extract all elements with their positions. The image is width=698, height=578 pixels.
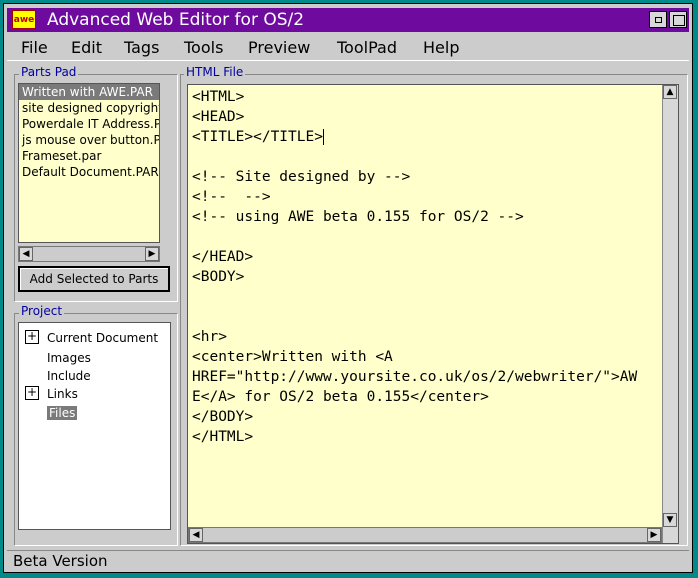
menu-preview[interactable]: Preview [248, 38, 310, 57]
scroll-right-icon[interactable]: ▶ [145, 247, 159, 261]
tree-node-current-document[interactable]: Current Document [47, 331, 158, 345]
code-line: <HEAD> [192, 107, 652, 127]
tree-node-files[interactable]: Files [47, 406, 78, 420]
code-line-text: <HEAD> [192, 109, 245, 125]
code-line: <BODY> [192, 269, 245, 285]
menu-bar: File Edit Tags Tools Preview ToolPad Hel… [7, 34, 689, 61]
add-selected-to-parts-button[interactable]: Add Selected to Parts [18, 266, 170, 292]
status-bar: Beta Version [7, 550, 689, 570]
parts-pad-list[interactable]: Written with AWE.PAR site designed copyr… [18, 83, 160, 243]
window-title: Advanced Web Editor for OS/2 [47, 10, 305, 30]
project-label: Project [19, 304, 65, 318]
code-line: <!-- --> [192, 189, 271, 205]
maximize-button[interactable] [669, 11, 687, 28]
project-tree[interactable]: + Current Document Images Include + Link… [18, 322, 171, 530]
list-item[interactable]: site designed copyright.PAR [19, 100, 159, 116]
parts-pad-label: Parts Pad [19, 65, 79, 79]
code-line: ​ [192, 147, 652, 167]
awe-logo-icon[interactable]: awe [12, 10, 36, 29]
menu-tools[interactable]: Tools [184, 38, 223, 57]
code-line: ​ [192, 287, 652, 307]
menu-toolpad[interactable]: ToolPad [337, 38, 397, 57]
code-line: <!-- using AWE beta 0.155 for OS/2 --> [192, 209, 524, 225]
tree-node-include[interactable]: Include [47, 369, 91, 383]
tree-node-links[interactable]: Links [47, 387, 78, 401]
list-item[interactable]: Frameset.par [19, 148, 159, 164]
list-item[interactable]: Powerdale IT Address.PAR [19, 116, 159, 132]
editor-text[interactable]: <HTML> <HEAD> <TITLE></TITLE> ​ <!-- Site de… [192, 87, 652, 447]
minimize-button[interactable] [649, 11, 667, 28]
awe-logo-text: awe [13, 14, 35, 25]
menu-help[interactable]: Help [423, 38, 459, 57]
title-bar[interactable]: awe Advanced Web Editor for OS/2 [7, 8, 689, 32]
parts-hscrollbar[interactable]: ◀ ▶ [18, 246, 160, 262]
list-item[interactable]: Default Document.PAR [19, 164, 159, 180]
code-line-text: <TITLE></TITLE> [192, 129, 323, 145]
menu-file[interactable]: File [21, 38, 48, 57]
code-line: <!-- Site designed by --> [192, 169, 411, 185]
menu-tags[interactable]: Tags [124, 38, 159, 57]
list-item[interactable]: js mouse over button.PAR [19, 132, 159, 148]
html-file-label: HTML File [184, 65, 246, 79]
code-line: E</A> for OS/2 beta 0.155</center> [192, 389, 489, 405]
code-line: </HTML> [192, 429, 254, 445]
editor-hscrollbar[interactable]: ◀ ▶ [188, 527, 662, 543]
code-line-cursor: <TITLE></TITLE> [192, 127, 652, 147]
expand-icon[interactable]: + [25, 330, 39, 344]
scroll-left-icon[interactable]: ◀ [189, 528, 203, 542]
scroll-right-icon[interactable]: ▶ [647, 528, 661, 542]
code-line: <hr> [192, 329, 227, 345]
expand-icon[interactable]: + [25, 386, 39, 400]
editor-vscrollbar[interactable]: ▲ ▼ [662, 85, 678, 543]
list-item[interactable]: Written with AWE.PAR [19, 84, 159, 100]
tree-node-images[interactable]: Images [47, 351, 91, 365]
text-cursor [322, 129, 324, 145]
code-line: </HEAD> [192, 249, 254, 265]
code-line: <HTML> [192, 89, 245, 105]
app-window: awe Advanced Web Editor for OS/2 File Ed… [3, 3, 693, 573]
scroll-up-icon[interactable]: ▲ [663, 85, 677, 99]
menu-edit[interactable]: Edit [71, 38, 102, 57]
code-line: </BODY> [192, 409, 254, 425]
scroll-left-icon[interactable]: ◀ [19, 247, 33, 261]
code-line: <center>Written with <A [192, 349, 393, 365]
code-line: ​ [192, 307, 652, 327]
html-editor[interactable]: <HTML> <HEAD> <TITLE></TITLE> ​ <!-- Site de… [187, 84, 679, 544]
scroll-down-icon[interactable]: ▼ [663, 513, 677, 527]
code-line: HREF="http://www.yoursite.co.uk/os/2/web… [192, 369, 638, 385]
code-line: ​ [192, 227, 652, 247]
